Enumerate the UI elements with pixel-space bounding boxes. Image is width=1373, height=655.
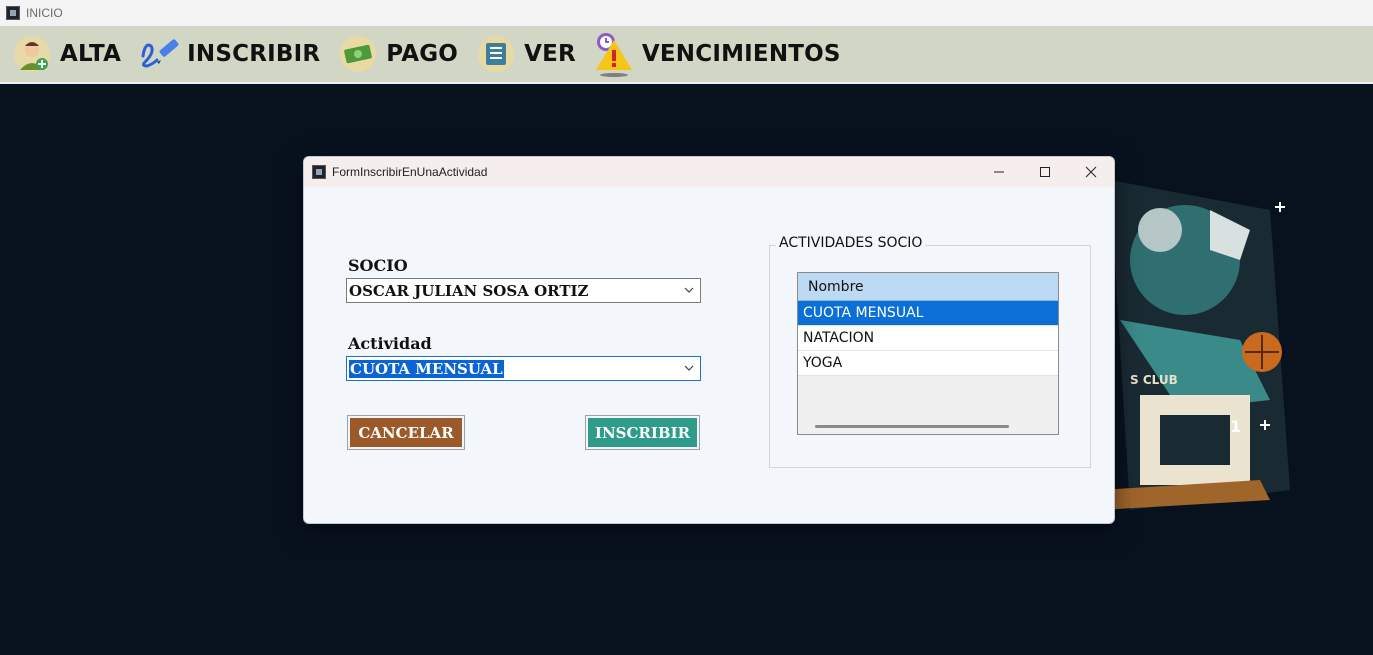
menu-label-vencimientos: VENCIMIENTOS bbox=[641, 41, 841, 67]
menu-label-ver: VER bbox=[524, 41, 576, 67]
chevron-down-icon bbox=[684, 287, 694, 293]
actividades-grid[interactable]: Nombre CUOTA MENSUAL NATACION YOGA bbox=[797, 272, 1059, 435]
maximize-icon bbox=[1040, 167, 1050, 177]
warning-clock-icon bbox=[592, 32, 636, 77]
actividad-combobox-value: CUOTA MENSUAL bbox=[349, 359, 504, 378]
app-icon bbox=[6, 6, 20, 20]
actividades-group-title: ACTIVIDADES SOCIO bbox=[776, 235, 926, 251]
menubar: ALTA INSCRIBIR PAGO VER VENCIMIENTOS bbox=[0, 26, 1373, 84]
socio-label: SOCIO bbox=[348, 256, 408, 275]
menu-item-vencimientos[interactable]: VENCIMIENTOS bbox=[592, 25, 841, 83]
menu-item-ver[interactable]: VER bbox=[474, 25, 576, 83]
cancel-button-label: CANCELAR bbox=[350, 418, 462, 447]
club-logo-art: S CLUB 1 bbox=[1100, 180, 1290, 510]
grid-row[interactable]: NATACION bbox=[798, 326, 1058, 351]
menu-label-inscribir: INSCRIBIR bbox=[187, 41, 321, 67]
money-icon bbox=[336, 32, 380, 76]
window-controls bbox=[976, 157, 1114, 187]
app-titlebar: INICIO bbox=[0, 0, 1373, 26]
socio-combobox[interactable]: OSCAR JULIAN SOSA ORTIZ bbox=[346, 278, 701, 303]
list-icon bbox=[474, 32, 518, 76]
club-number: 1 bbox=[1230, 417, 1241, 436]
user-add-icon bbox=[10, 32, 54, 76]
menu-item-pago[interactable]: PAGO bbox=[336, 25, 458, 83]
menu-label-pago: PAGO bbox=[386, 41, 459, 67]
signature-pen-icon bbox=[137, 32, 181, 76]
menu-item-alta[interactable]: ALTA bbox=[10, 25, 121, 83]
inscribir-dialog: FormInscribirEnUnaActividad SOCIO OSCAR … bbox=[303, 156, 1115, 524]
dialog-app-icon bbox=[312, 165, 326, 179]
grid-header-nombre[interactable]: Nombre bbox=[798, 273, 1058, 301]
minimize-button[interactable] bbox=[976, 157, 1022, 187]
grid-row[interactable]: CUOTA MENSUAL bbox=[798, 301, 1058, 326]
club-text: S CLUB bbox=[1130, 373, 1178, 387]
menu-item-inscribir[interactable]: INSCRIBIR bbox=[137, 25, 320, 83]
maximize-button[interactable] bbox=[1022, 157, 1068, 187]
actividad-combobox[interactable]: CUOTA MENSUAL bbox=[346, 356, 701, 381]
grid-horizontal-scrollbar[interactable] bbox=[798, 418, 1058, 434]
close-button[interactable] bbox=[1068, 157, 1114, 187]
inscribir-button[interactable]: INSCRIBIR bbox=[585, 415, 700, 450]
actividad-label: Actividad bbox=[348, 334, 432, 353]
close-icon bbox=[1085, 166, 1097, 178]
scrollbar-thumb[interactable] bbox=[815, 425, 1009, 428]
socio-combobox-value: OSCAR JULIAN SOSA ORTIZ bbox=[349, 281, 589, 300]
dialog-titlebar[interactable]: FormInscribirEnUnaActividad bbox=[304, 157, 1114, 187]
dialog-title: FormInscribirEnUnaActividad bbox=[332, 165, 488, 179]
menu-label-alta: ALTA bbox=[60, 41, 122, 67]
app-title: INICIO bbox=[26, 6, 63, 20]
chevron-down-icon bbox=[684, 365, 694, 371]
grid-row[interactable]: YOGA bbox=[798, 351, 1058, 376]
cancel-button[interactable]: CANCELAR bbox=[347, 415, 465, 450]
inscribir-button-label: INSCRIBIR bbox=[588, 418, 697, 447]
minimize-icon bbox=[994, 171, 1004, 173]
